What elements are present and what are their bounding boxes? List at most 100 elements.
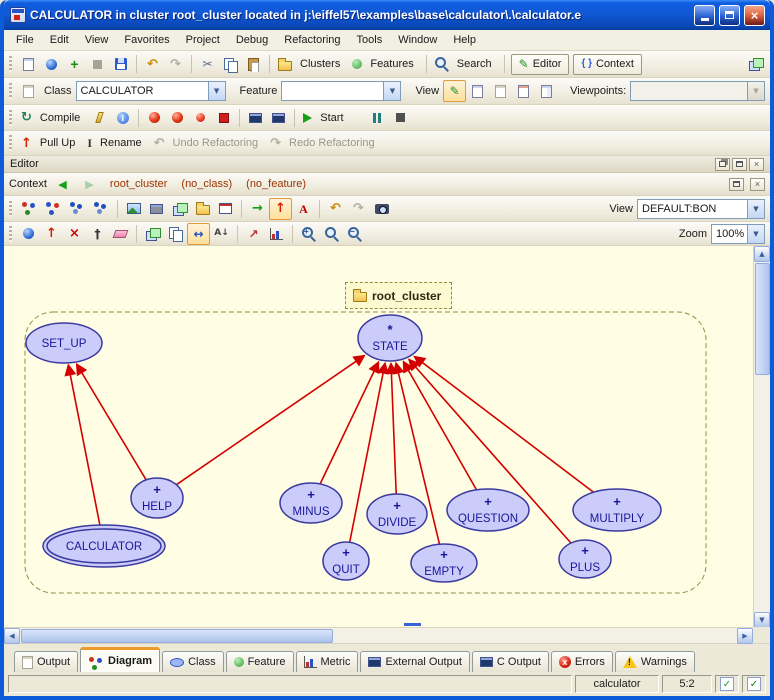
menu-project[interactable]: Project (178, 32, 228, 48)
class-node-PLUS[interactable]: +PLUS (559, 540, 611, 578)
tab-errors[interactable]: xErrors (551, 651, 613, 672)
client-link-HELP-to-STATE[interactable] (176, 356, 364, 485)
maximize-panel-button[interactable] (732, 158, 747, 171)
class-node-SET_UP[interactable]: SET_UP (26, 323, 102, 363)
menu-refactoring[interactable]: Refactoring (276, 32, 348, 48)
chevron-down-icon[interactable]: ▼ (747, 225, 764, 243)
context-toggle-button[interactable]: { }Context (573, 54, 641, 75)
clusters-button[interactable]: Clusters (274, 53, 348, 75)
maximize-panel-button[interactable] (729, 178, 744, 191)
close-panel-button[interactable]: × (749, 158, 764, 171)
tab-metric[interactable]: Metric (296, 651, 359, 672)
menu-debug[interactable]: Debug (228, 32, 276, 48)
toolbar-gripper[interactable] (9, 56, 12, 72)
new-tab-view-button[interactable] (466, 80, 489, 102)
new-window-button[interactable] (17, 53, 40, 75)
redo-button[interactable]: ↷ (164, 53, 187, 75)
external-editor-button[interactable] (744, 53, 767, 75)
start-button[interactable]: Start (299, 107, 351, 129)
diagram-canvas[interactable]: SET_UP*STATE+HELPCALCULATOR+MINUS+DIVIDE… (4, 246, 770, 644)
toolbar-gripper[interactable] (9, 201, 12, 217)
project-info-button[interactable]: i (111, 107, 134, 129)
cluster-graph-button[interactable] (41, 198, 65, 220)
chevron-down-icon[interactable]: ▼ (747, 200, 764, 218)
class-combobox[interactable]: CALCULATOR ▼ (76, 81, 226, 101)
stop-processing-button[interactable] (86, 53, 109, 75)
editor-panel-header[interactable]: Editor × (4, 156, 770, 173)
delete-button[interactable]: × (63, 223, 86, 245)
feature-combobox[interactable]: ▼ (281, 81, 401, 101)
tab-diagram[interactable]: Diagram (80, 647, 160, 672)
client-link-DIVIDE-to-STATE[interactable] (391, 364, 396, 494)
finalize-button[interactable] (212, 107, 235, 129)
editor-toggle-button[interactable]: ✎Editor (511, 54, 570, 75)
client-graph-button[interactable] (89, 198, 113, 220)
tab-external-output[interactable]: External Output (360, 651, 469, 672)
close-panel-button[interactable]: × (750, 178, 765, 191)
scroll-right-button[interactable]: ▶ (737, 628, 753, 644)
two-way-links-button[interactable]: ↔ (187, 223, 210, 245)
interface-view-button[interactable] (535, 80, 558, 102)
inheritance-mode-button[interactable]: ↑ (269, 198, 292, 220)
window-view-button[interactable] (214, 198, 237, 220)
paste-button[interactable] (242, 53, 265, 75)
go-to-target-button[interactable]: → (246, 198, 269, 220)
menu-tools[interactable]: Tools (349, 32, 391, 48)
export-diagram-button[interactable] (168, 198, 191, 220)
search-button[interactable]: Search (431, 53, 500, 75)
erase-button[interactable] (109, 223, 132, 245)
toolbar-gripper[interactable] (9, 83, 12, 99)
run-workbench-button[interactable] (244, 107, 267, 129)
undo-button[interactable]: ↶ (141, 53, 164, 75)
menu-view[interactable]: View (77, 32, 117, 48)
tab-feature[interactable]: Feature (226, 651, 294, 672)
client-link-MULTIPLY-to-STATE[interactable] (415, 357, 594, 493)
diagram-view[interactable]: SET_UP*STATE+HELPCALCULATOR+MINUS+DIVIDE… (4, 246, 753, 628)
compile-button[interactable]: ↻Compile (17, 107, 88, 129)
vertical-scroll-thumb[interactable] (755, 263, 770, 375)
tab-warnings[interactable]: !Warnings (615, 651, 695, 672)
rename-button[interactable]: IRename (83, 132, 149, 154)
menu-help[interactable]: Help (445, 32, 484, 48)
client-link-QUESTION-to-STATE[interactable] (404, 362, 477, 490)
scroll-left-button[interactable]: ◀ (4, 628, 20, 644)
chevron-down-icon[interactable]: ▼ (383, 82, 400, 100)
class-node-STATE[interactable]: *STATE (358, 315, 422, 361)
diagram-undo-button[interactable]: ↶ (324, 198, 347, 220)
menu-edit[interactable]: Edit (42, 32, 77, 48)
cancel-compile-button[interactable] (189, 107, 212, 129)
link-tool-button[interactable]: ↗ (242, 223, 265, 245)
quality-button[interactable] (17, 223, 40, 245)
class-node-CALCULATOR[interactable]: CALCULATOR (43, 525, 165, 567)
horizontal-scrollbar[interactable]: ◀ ▶ (4, 627, 753, 643)
menu-favorites[interactable]: Favorites (116, 32, 177, 48)
export-png-button[interactable] (122, 198, 145, 220)
context-feature[interactable]: (no_feature) (241, 178, 311, 190)
menu-file[interactable]: File (8, 32, 42, 48)
context-cluster[interactable]: root_cluster (105, 178, 172, 190)
scroll-up-button[interactable]: ▲ (754, 246, 770, 262)
zoom-combobox[interactable]: 100% ▼ (711, 224, 765, 244)
class-node-QUIT[interactable]: +QUIT (323, 542, 369, 580)
maximize-button[interactable] (719, 5, 740, 26)
add-class-button[interactable]: ↑ (40, 223, 63, 245)
anchor-button[interactable]: † (86, 223, 109, 245)
tab-output[interactable]: Output (14, 651, 78, 672)
sort-button[interactable]: A↓ (210, 223, 233, 245)
scroll-down-button[interactable]: ▼ (754, 612, 770, 628)
menu-window[interactable]: Window (390, 32, 445, 48)
zoom-in-button[interactable]: + (297, 223, 320, 245)
vertical-scrollbar[interactable]: ▲ ▼ (753, 246, 770, 628)
pull-up-button[interactable]: ↑Pull Up (17, 132, 83, 154)
chevron-down-icon[interactable]: ▼ (208, 82, 225, 100)
tab-class[interactable]: Class (162, 651, 224, 672)
supplier-graph-button[interactable] (65, 198, 89, 220)
toolbar-gripper[interactable] (9, 135, 12, 151)
client-link-CALCULATOR-to-SET_UP[interactable] (68, 365, 100, 529)
class-node-HELP[interactable]: +HELP (131, 478, 183, 518)
stop-debug-button[interactable] (389, 107, 412, 129)
freeze-button[interactable] (166, 107, 189, 129)
horizontal-scroll-thumb[interactable] (21, 629, 333, 643)
zoom-out-button[interactable]: − (343, 223, 366, 245)
class-graph-button[interactable] (17, 198, 41, 220)
